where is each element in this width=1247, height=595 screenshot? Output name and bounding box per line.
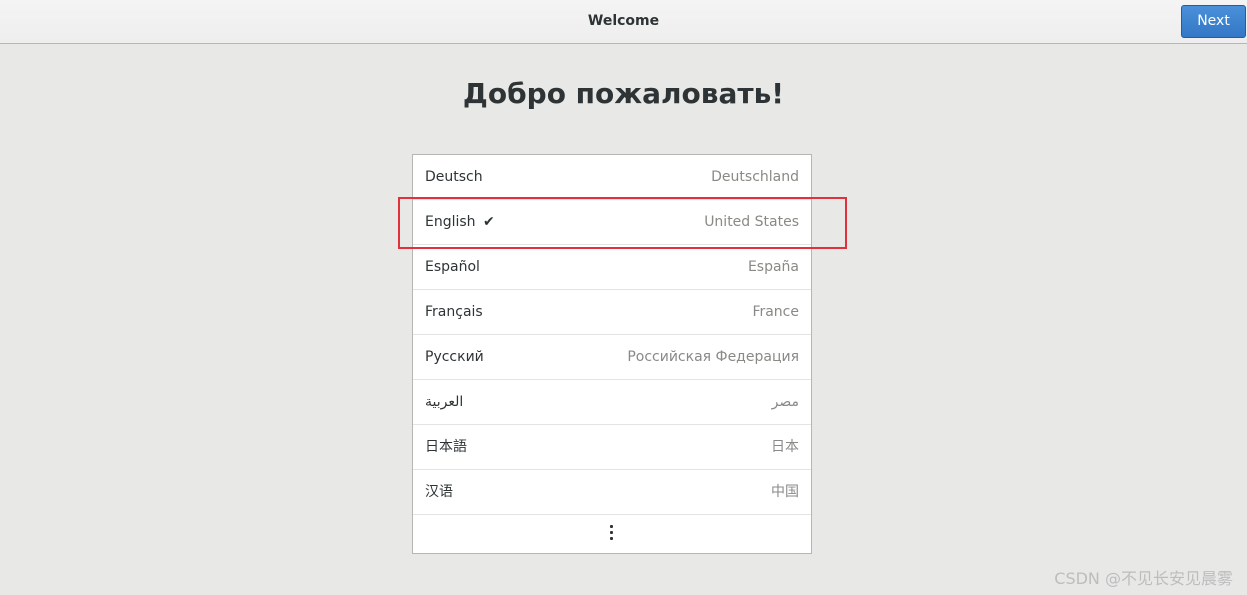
- language-region: Российская Федерация: [627, 349, 799, 365]
- language-row-arabic[interactable]: العربية مصر: [413, 380, 811, 425]
- language-name: Deutsch: [425, 169, 483, 185]
- language-name: Español: [425, 259, 480, 275]
- language-row-japanese[interactable]: 日本語 日本: [413, 425, 811, 470]
- language-name: English: [425, 214, 476, 230]
- language-region: France: [752, 304, 799, 320]
- language-row-espanol[interactable]: Español España: [413, 245, 811, 290]
- language-name: Русский: [425, 349, 484, 365]
- language-row-english[interactable]: English ✔ United States: [413, 200, 811, 245]
- more-languages-button[interactable]: [413, 513, 811, 553]
- header-bar: Welcome Next: [0, 0, 1247, 44]
- language-row-francais[interactable]: Français France: [413, 290, 811, 335]
- language-name: 汉语: [425, 484, 453, 500]
- language-list: Deutsch Deutschland English ✔ United Sta…: [412, 154, 812, 554]
- more-vertical-icon: [610, 525, 614, 541]
- language-row-deutsch[interactable]: Deutsch Deutschland: [413, 155, 811, 200]
- language-region: 中国: [771, 484, 799, 500]
- next-button[interactable]: Next: [1181, 5, 1246, 38]
- language-region: España: [747, 259, 799, 275]
- language-region: United States: [704, 214, 799, 230]
- check-icon: ✔: [483, 214, 495, 230]
- language-region: 日本: [771, 439, 799, 455]
- window-title: Welcome: [587, 13, 660, 29]
- welcome-heading: Добро пожаловать!: [462, 77, 785, 110]
- language-row-chinese[interactable]: 汉语 中国: [413, 470, 811, 515]
- language-region: مصر: [771, 394, 799, 410]
- language-name: 日本語: [425, 439, 467, 455]
- watermark: CSDN @不见长安见晨雾: [1054, 569, 1233, 588]
- language-name: Français: [425, 304, 483, 320]
- language-row-russian[interactable]: Русский Российская Федерация: [413, 335, 811, 380]
- language-name: العربية: [425, 394, 464, 410]
- language-region: Deutschland: [711, 169, 799, 185]
